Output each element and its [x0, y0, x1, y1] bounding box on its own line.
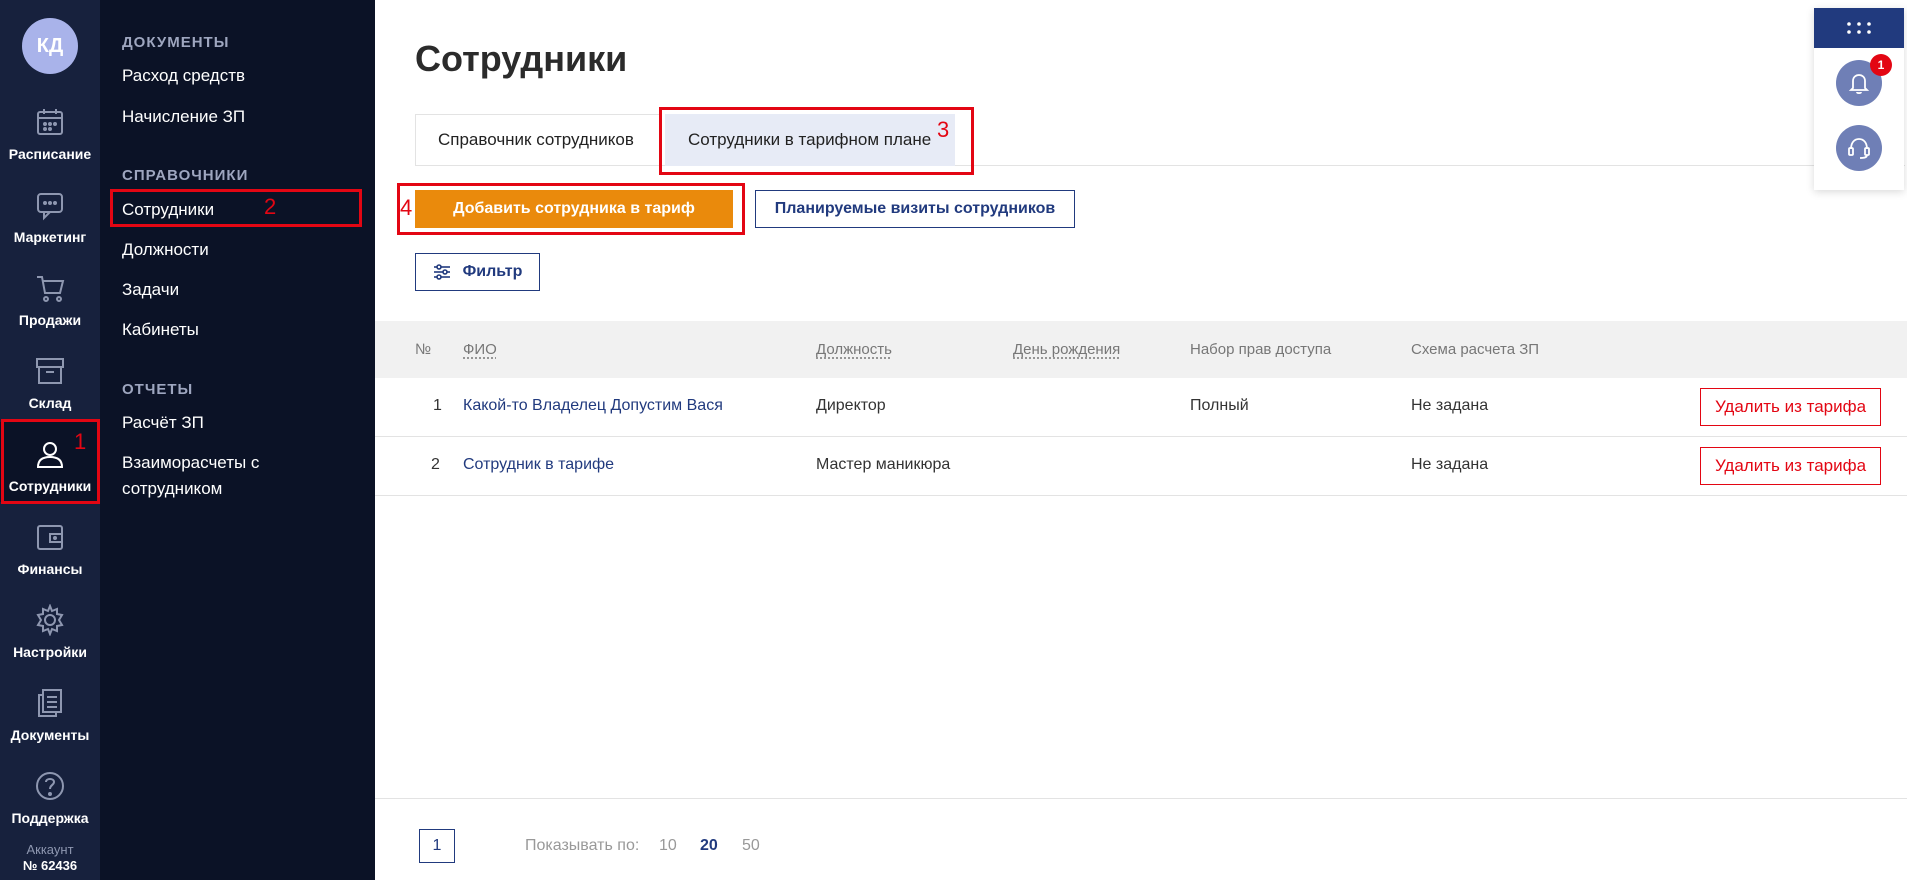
- filter-label: Фильтр: [462, 263, 523, 280]
- header-access-rights: Набор прав доступа: [1190, 341, 1332, 358]
- cell-fio-link[interactable]: Какой-то Владелец Допустим Вася: [463, 397, 723, 415]
- table-row: 2 Сотрудник в тарифе Мастер маникюра Не …: [375, 437, 1907, 496]
- tab-bar: Справочник сотрудников Сотрудники в тари…: [415, 114, 1905, 166]
- remove-from-plan-button[interactable]: Удалить из тарифа: [1700, 447, 1881, 485]
- headset-icon: [1848, 138, 1870, 159]
- rail-item-settings[interactable]: Настройки: [0, 588, 100, 668]
- rail-label: Продажи: [18, 312, 82, 328]
- rail-item-warehouse[interactable]: Склад: [0, 339, 100, 419]
- subnav-link-settlements[interactable]: Взаиморасчеты с сотрудником: [122, 450, 322, 502]
- table-row: 1 Какой-то Владелец Допустим Вася Директ…: [375, 378, 1907, 437]
- page-title: Сотрудники: [415, 38, 628, 79]
- cell-number: 1: [433, 397, 442, 414]
- rail-item-support[interactable]: Поддержка: [0, 754, 100, 834]
- annotation-number-1: 1: [74, 429, 87, 454]
- rail-label: Поддержка: [11, 810, 89, 826]
- avatar[interactable]: КД: [22, 18, 78, 74]
- header-fio[interactable]: ФИО: [463, 341, 497, 358]
- bell-icon: [1848, 74, 1870, 95]
- rail-item-sales[interactable]: Продажи: [0, 256, 100, 336]
- rail-item-finance[interactable]: Финансы: [0, 505, 100, 585]
- header-position[interactable]: Должность: [816, 341, 892, 358]
- page-size-label: Показывать по:: [525, 837, 640, 854]
- subnav-link-salary-accrual[interactable]: Начисление ЗП: [122, 104, 245, 130]
- section-reports: ОТЧЕТЫ: [122, 381, 194, 398]
- account-label: Аккаунт: [26, 842, 74, 857]
- archive-icon: [36, 358, 64, 384]
- notification-count-badge: 1: [1870, 54, 1892, 76]
- cell-number: 2: [431, 456, 440, 473]
- rail-label: Маркетинг: [13, 229, 87, 245]
- help-icon: [36, 772, 64, 800]
- rail-item-schedule[interactable]: Расписание: [0, 90, 100, 170]
- cell-position: Мастер маникюра: [816, 456, 951, 473]
- cell-salary-scheme: Не задана: [1411, 397, 1489, 414]
- sub-navigation: ДОКУМЕНТЫ Расход средств Начисление ЗП С…: [100, 0, 375, 880]
- rail-label: Настройки: [13, 644, 87, 660]
- rail-label: Склад: [28, 395, 72, 411]
- subnav-link-tasks[interactable]: Задачи: [122, 277, 179, 303]
- annotation-box-2: [110, 189, 362, 227]
- filter-button[interactable]: Фильтр: [415, 253, 540, 291]
- cart-icon: [37, 276, 65, 302]
- main-content: Сотрудники Справочник сотрудников Сотруд…: [375, 0, 1907, 880]
- floating-widget: 1: [1814, 8, 1904, 190]
- cell-fio-link[interactable]: Сотрудник в тарифе: [463, 456, 614, 474]
- page-size-option-selected[interactable]: 20: [700, 837, 718, 855]
- section-references: СПРАВОЧНИКИ: [122, 167, 249, 184]
- subnav-link-expenses[interactable]: Расход средств: [122, 63, 245, 89]
- rail-item-documents[interactable]: Документы: [0, 671, 100, 751]
- annotation-number-3: 3: [937, 117, 950, 142]
- grid-dots-icon: [1847, 22, 1871, 34]
- chat-icon: [37, 193, 63, 221]
- page-size-option[interactable]: 10: [659, 837, 677, 855]
- cell-position: Директор: [816, 397, 886, 414]
- section-documents: ДОКУМЕНТЫ: [122, 34, 230, 51]
- wallet-icon: [37, 525, 63, 550]
- header-birthday[interactable]: День рождения: [1013, 341, 1120, 358]
- subnav-link-positions[interactable]: Должности: [122, 237, 209, 263]
- widget-menu-button[interactable]: [1814, 8, 1904, 48]
- page-button-current[interactable]: 1: [419, 829, 455, 863]
- subnav-link-rooms[interactable]: Кабинеты: [122, 317, 199, 343]
- support-chat-button[interactable]: [1836, 125, 1882, 171]
- annotation-box-3: [659, 107, 974, 175]
- documents-icon: [38, 689, 62, 717]
- notifications-button[interactable]: 1: [1836, 54, 1892, 106]
- calendar-icon: [37, 109, 63, 135]
- filter-sliders-icon: [433, 264, 450, 280]
- annotation-number-2: 2: [264, 194, 277, 219]
- page-size-option[interactable]: 50: [742, 837, 760, 855]
- header-salary-scheme: Схема расчета ЗП: [1411, 341, 1540, 358]
- tab-employee-directory[interactable]: Справочник сотрудников: [415, 114, 660, 166]
- table-header: № ФИО Должность День рождения Набор прав…: [375, 321, 1907, 378]
- rail-label: Документы: [10, 727, 90, 743]
- subnav-link-salary-calc[interactable]: Расчёт ЗП: [122, 410, 204, 436]
- rail-item-marketing[interactable]: Маркетинг: [0, 173, 100, 253]
- cell-salary-scheme: Не задана: [1411, 456, 1489, 473]
- account-info: Аккаунт № 62436: [0, 842, 100, 874]
- gear-icon: [36, 604, 64, 636]
- cell-access-rights: Полный: [1190, 397, 1249, 414]
- annotation-number-4: 4: [400, 195, 413, 220]
- remove-from-plan-button[interactable]: Удалить из тарифа: [1700, 388, 1881, 426]
- account-number: № 62436: [22, 858, 78, 873]
- annotation-box-4: [397, 183, 745, 235]
- planned-visits-button[interactable]: Планируемые визиты сотрудников: [755, 190, 1075, 228]
- header-number: №: [415, 341, 432, 358]
- rail-label: Финансы: [17, 561, 83, 577]
- rail-label: Расписание: [8, 146, 92, 162]
- pagination-footer: 1 Показывать по: 10 20 50: [375, 798, 1907, 880]
